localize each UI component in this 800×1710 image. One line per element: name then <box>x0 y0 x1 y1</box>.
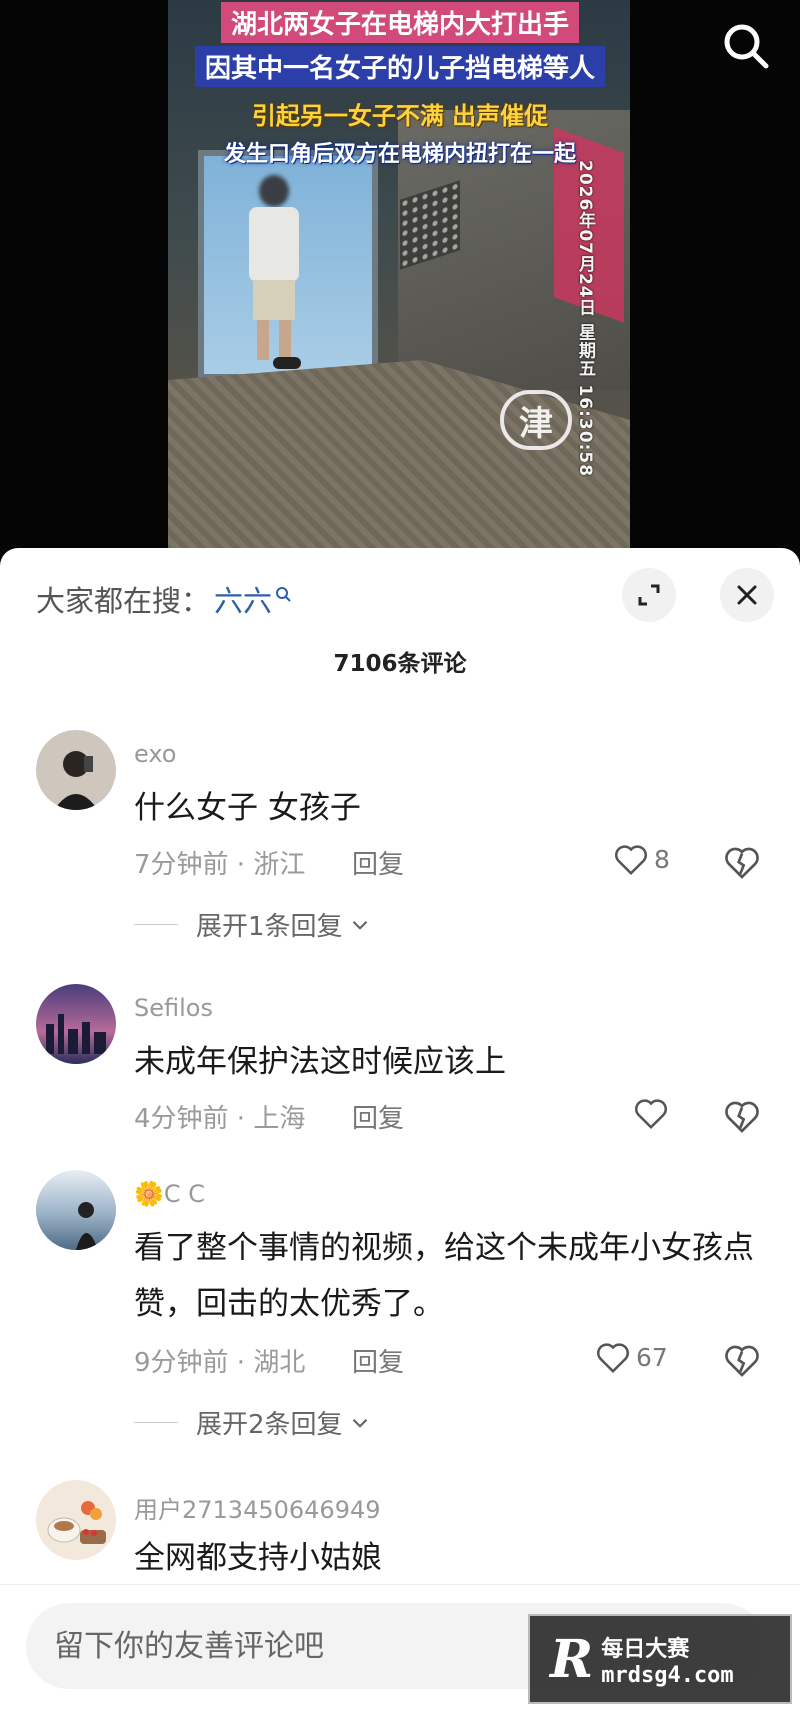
comment-text: 全网都支持小姑娘 <box>134 1540 382 1576</box>
divider-line <box>134 1422 178 1423</box>
hot-search-term[interactable]: 六六 <box>214 578 272 620</box>
video-player[interactable]: 2026年07月24日 星期五 16:30:58 津 湖北两女子在电梯内大打出手… <box>0 0 800 560</box>
comment-time-location: 7分钟前 · 浙江 <box>134 850 306 880</box>
flower-icon: 🌼 <box>134 1180 164 1208</box>
like-button[interactable] <box>632 1094 670 1132</box>
video-caption-2: 因其中一名女子的儿子挡电梯等人 <box>194 46 606 87</box>
avatar[interactable] <box>36 984 116 1064</box>
elevator-floor <box>168 360 630 560</box>
comment-username[interactable]: Sefilos <box>134 994 213 1022</box>
close-button[interactable] <box>720 568 774 622</box>
watermark-char: 津 <box>519 403 553 444</box>
video-caption-1: 湖北两女子在电梯内大打出手 <box>220 2 580 43</box>
avatar[interactable] <box>36 1480 116 1560</box>
brand-url: mrdsg4.com <box>601 1662 734 1688</box>
comment-item: Sefilos 未成年保护法这时候应该上 4分钟前 · 上海 回复 <box>0 984 800 1164</box>
search-icon <box>724 24 769 69</box>
expand-icon <box>638 584 660 606</box>
broken-heart-icon[interactable] <box>722 842 762 882</box>
chevron-down-icon <box>352 920 367 930</box>
video-caption-4: 发生口角后双方在电梯内扭打在一起 <box>223 142 577 167</box>
comment-text: 看了整个事情的视频，给这个未成年小女孩点赞，回击的太优秀了。 <box>134 1230 754 1322</box>
comment-sheet: 大家都在搜： 六六 7106条评论 exo 什么女子 女孩子 7分钟前 · 浙江… <box>0 548 800 1710</box>
small-search-icon <box>276 587 291 602</box>
expand-replies-label: 展开1条回复 <box>196 912 343 942</box>
reply-button[interactable]: 回复 <box>352 1342 404 1379</box>
like-button[interactable]: 67 <box>594 1338 668 1376</box>
heart-icon <box>635 1099 667 1130</box>
avatar[interactable] <box>36 1170 116 1250</box>
brand-name: 每日大赛 <box>601 1636 690 1662</box>
search-button[interactable] <box>718 18 774 74</box>
reply-button[interactable]: 回复 <box>352 844 404 881</box>
blurred-person <box>243 175 303 375</box>
like-button[interactable]: 8 <box>612 840 670 878</box>
brand-logo: R <box>550 1628 594 1690</box>
like-count: 67 <box>636 1342 668 1372</box>
reply-button[interactable]: 回复 <box>352 1098 404 1135</box>
comment-text: 未成年保护法这时候应该上 <box>134 1044 506 1080</box>
comment-item: exo 什么女子 女孩子 7分钟前 · 浙江 回复 8 展开1条回复 <box>0 730 800 970</box>
comment-text: 什么女子 女孩子 <box>134 790 361 826</box>
comment-item: 用户2713450646949 全网都支持小姑娘 <box>0 1480 800 1590</box>
comment-count: 7106条评论 <box>333 651 467 677</box>
close-icon <box>737 585 757 605</box>
comment-username[interactable]: 🌼C C <box>134 1180 205 1208</box>
comment-time-location: 4分钟前 · 上海 <box>134 1104 306 1134</box>
expand-replies-button[interactable]: 展开1条回复 <box>134 906 373 943</box>
hot-search-bar[interactable]: 大家都在搜： 六六 <box>36 578 292 620</box>
like-count: 8 <box>654 844 670 874</box>
chevron-down-icon <box>352 1418 367 1428</box>
avatar[interactable] <box>36 730 116 810</box>
divider-line <box>134 924 178 925</box>
comment-username[interactable]: exo <box>134 740 177 768</box>
heart-icon <box>597 1343 629 1374</box>
video-watermark-logo: 津 <box>500 390 572 450</box>
video-timestamp: 2026年07月24日 星期五 16:30:58 <box>575 160 595 478</box>
brand-watermark: R 每日大赛 mrdsg4.com <box>528 1614 792 1704</box>
expand-replies-label: 展开2条回复 <box>196 1410 343 1440</box>
comment-item: 🌼C C 看了整个事情的视频，给这个未成年小女孩点赞，回击的太优秀了。 9分钟前… <box>0 1170 800 1480</box>
expand-replies-button[interactable]: 展开2条回复 <box>134 1404 373 1441</box>
expand-button[interactable] <box>622 568 676 622</box>
comment-time-location: 9分钟前 · 湖北 <box>134 1348 306 1378</box>
comment-username-text: C C <box>163 1180 206 1208</box>
heart-icon <box>615 845 647 876</box>
brand-text: 每日大赛 mrdsg4.com <box>601 1631 733 1688</box>
comment-username[interactable]: 用户2713450646949 <box>134 1490 381 1525</box>
broken-heart-icon[interactable] <box>722 1340 762 1380</box>
video-caption-3: 引起另一女子不满 出声催促 <box>251 102 549 130</box>
broken-heart-icon[interactable] <box>722 1096 762 1136</box>
hot-search-label: 大家都在搜： <box>36 584 211 618</box>
